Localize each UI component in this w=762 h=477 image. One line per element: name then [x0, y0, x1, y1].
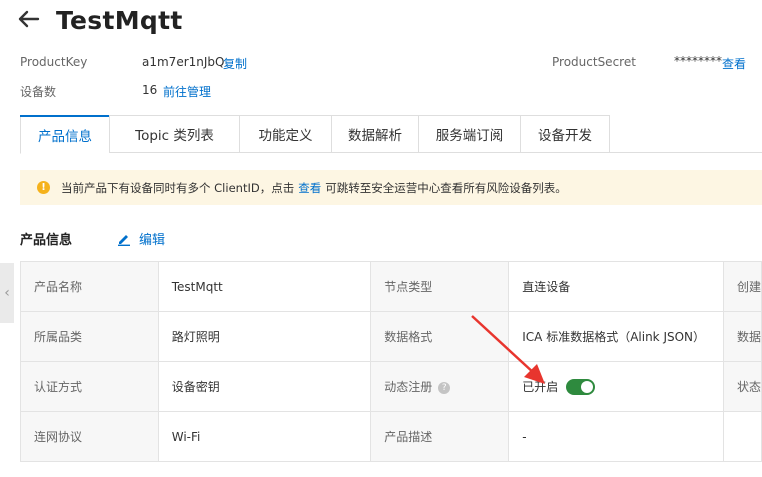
table-cell-value	[722, 411, 762, 462]
tab-server-subscription[interactable]: 服务端订阅	[418, 115, 520, 153]
table-row: 产品名称 TestMqtt 节点类型 直连设备 创建	[20, 261, 762, 312]
dynamic-register-toggle[interactable]	[566, 379, 596, 396]
table-cell-label: 状态	[722, 361, 762, 412]
table-cell-label: 数据格式	[370, 311, 510, 362]
page-header: TestMqtt	[18, 2, 183, 38]
table-cell-label: 所属品类	[20, 311, 159, 362]
device-count-label: 设备数	[20, 85, 57, 99]
product-secret-value: ********	[674, 54, 722, 68]
table-row: 连网协议 Wi-Fi 产品描述 -	[20, 411, 762, 462]
device-count-value: 16	[142, 83, 158, 97]
tab-device-development[interactable]: 设备开发	[520, 115, 610, 153]
notice-view-link[interactable]: 查看	[298, 180, 321, 196]
table-cell-value: TestMqtt	[157, 261, 372, 312]
table-cell-value: -	[508, 411, 724, 462]
dynamic-register-status: 已开启	[522, 379, 559, 394]
table-cell-value: 直连设备	[508, 261, 724, 312]
section-title: 产品信息	[20, 233, 73, 248]
arrow-left-icon[interactable]	[18, 8, 48, 32]
table-cell-label: 连网协议	[20, 411, 159, 462]
table-cell-label: 产品名称	[20, 261, 159, 312]
edit-label: 编辑	[139, 233, 166, 248]
help-icon[interactable]: ?	[438, 381, 451, 394]
risk-notice: ! 当前产品下有设备同时有多个 ClientID，点击 查看 可跳转至安全运营中…	[20, 170, 762, 205]
product-key-value: a1m7er1nJbQ	[142, 55, 225, 69]
tab-product-info[interactable]: 产品信息	[20, 115, 110, 154]
dynamic-register-value: 已开启	[508, 361, 724, 412]
copy-link[interactable]: 复制	[223, 55, 247, 72]
edit-icon	[118, 234, 130, 246]
table-cell-value: Wi-Fi	[157, 411, 372, 462]
table-cell-value: 路灯照明	[157, 311, 372, 362]
product-secret-label: ProductSecret	[552, 55, 636, 69]
table-cell-value: ICA 标准数据格式（Alink JSON）	[508, 311, 724, 362]
product-key-label: ProductKey	[20, 55, 88, 69]
table-cell-label: 节点类型	[370, 261, 510, 312]
notice-text-before: 当前产品下有设备同时有多个 ClientID，点击	[61, 180, 295, 195]
view-secret-link[interactable]: 查看	[722, 55, 746, 72]
dynamic-register-label: 动态注册?	[370, 361, 510, 412]
table-cell-label: 数据	[722, 311, 762, 362]
tab-data-parsing[interactable]: 数据解析	[331, 115, 418, 153]
notice-text-after: 可跳转至安全运营中心查看所有风险设备列表。	[325, 180, 567, 195]
tab-bar: 产品信息 Topic 类列表 功能定义 数据解析 服务端订阅 设备开发	[20, 115, 762, 154]
tab-topic-list[interactable]: Topic 类列表	[109, 115, 239, 153]
chevron-left-icon[interactable]: ‹	[0, 263, 14, 323]
warning-icon: !	[37, 181, 50, 194]
table-row: 认证方式 设备密钥 动态注册? 已开启 状态	[20, 361, 762, 412]
table-cell-label-text: 动态注册	[384, 380, 433, 394]
table-cell-label: 创建	[722, 261, 762, 312]
tab-function-definition[interactable]: 功能定义	[239, 115, 331, 153]
table-row: 所属品类 路灯照明 数据格式 ICA 标准数据格式（Alink JSON） 数据	[20, 311, 762, 362]
page-title: TestMqtt	[56, 5, 183, 35]
manage-devices-link[interactable]: 前往管理	[163, 83, 211, 100]
table-cell-label: 认证方式	[20, 361, 159, 412]
table-cell-label: 产品描述	[370, 411, 510, 462]
product-info-table: 产品名称 TestMqtt 节点类型 直连设备 创建 所属品类 路灯照明 数据格…	[20, 261, 762, 462]
edit-button[interactable]: 编辑	[117, 229, 165, 248]
table-cell-value: 设备密钥	[157, 361, 372, 412]
